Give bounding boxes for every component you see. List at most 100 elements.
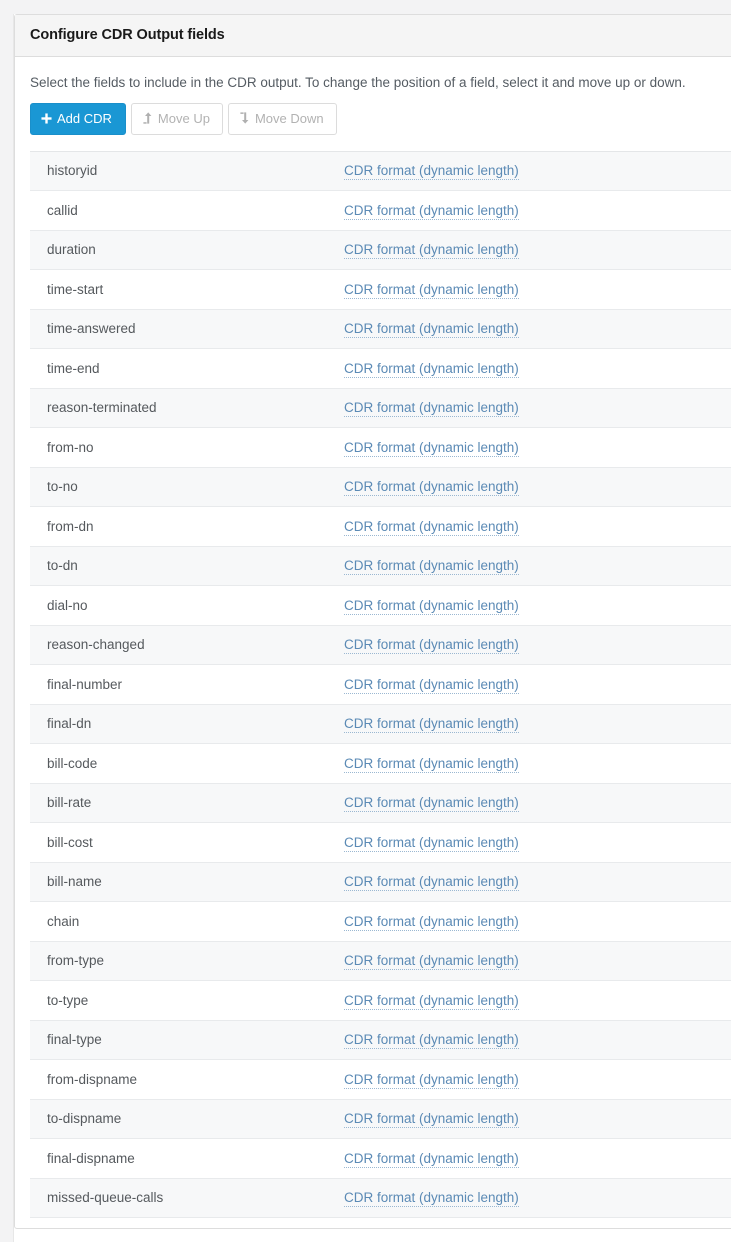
cdr-format-link[interactable]: CDR format (dynamic length) <box>344 874 519 891</box>
cdr-format-link[interactable]: CDR format (dynamic length) <box>344 637 519 654</box>
field-format-cell: CDR format (dynamic length) <box>344 349 731 389</box>
table-row[interactable]: time-endCDR format (dynamic length) <box>30 349 731 389</box>
field-format-cell: CDR format (dynamic length) <box>344 823 731 863</box>
table-row[interactable]: bill-costCDR format (dynamic length) <box>30 823 731 863</box>
table-row[interactable]: bill-rateCDR format (dynamic length) <box>30 783 731 823</box>
cdr-format-link[interactable]: CDR format (dynamic length) <box>344 716 519 733</box>
field-format-cell: CDR format (dynamic length) <box>344 744 731 784</box>
field-name-cell: reason-terminated <box>30 388 344 428</box>
field-name-cell: duration <box>30 230 344 270</box>
field-format-cell: CDR format (dynamic length) <box>344 1020 731 1060</box>
field-format-cell: CDR format (dynamic length) <box>344 191 731 231</box>
move-up-button[interactable]: Move Up <box>131 103 223 135</box>
table-row[interactable]: to-typeCDR format (dynamic length) <box>30 981 731 1021</box>
field-format-cell: CDR format (dynamic length) <box>344 388 731 428</box>
cdr-format-link[interactable]: CDR format (dynamic length) <box>344 756 519 773</box>
cdr-format-link[interactable]: CDR format (dynamic length) <box>344 400 519 417</box>
cdr-format-link[interactable]: CDR format (dynamic length) <box>344 1151 519 1168</box>
cdr-format-link[interactable]: CDR format (dynamic length) <box>344 598 519 615</box>
field-name-cell: to-dispname <box>30 1099 344 1139</box>
table-row[interactable]: missed-queue-callsCDR format (dynamic le… <box>30 1178 731 1218</box>
field-name-cell: historyid <box>30 151 344 191</box>
table-row[interactable]: bill-nameCDR format (dynamic length) <box>30 862 731 902</box>
panel-header: Configure CDR Output fields <box>15 15 731 57</box>
field-name-cell: from-dispname <box>30 1060 344 1100</box>
field-format-cell: CDR format (dynamic length) <box>344 507 731 547</box>
field-format-cell: CDR format (dynamic length) <box>344 783 731 823</box>
table-row[interactable]: callidCDR format (dynamic length) <box>30 191 731 231</box>
field-format-cell: CDR format (dynamic length) <box>344 546 731 586</box>
table-row[interactable]: historyidCDR format (dynamic length) <box>30 151 731 191</box>
table-row[interactable]: final-dnCDR format (dynamic length) <box>30 704 731 744</box>
cdr-format-link[interactable]: CDR format (dynamic length) <box>344 558 519 575</box>
table-row[interactable]: from-typeCDR format (dynamic length) <box>30 941 731 981</box>
field-name-cell: from-no <box>30 428 344 468</box>
field-format-cell: CDR format (dynamic length) <box>344 862 731 902</box>
field-format-cell: CDR format (dynamic length) <box>344 270 731 310</box>
cdr-format-link[interactable]: CDR format (dynamic length) <box>344 163 519 180</box>
cdr-format-link[interactable]: CDR format (dynamic length) <box>344 914 519 931</box>
table-row[interactable]: dial-noCDR format (dynamic length) <box>30 586 731 626</box>
cdr-format-link[interactable]: CDR format (dynamic length) <box>344 677 519 694</box>
cdr-format-link[interactable]: CDR format (dynamic length) <box>344 519 519 536</box>
cdr-format-link[interactable]: CDR format (dynamic length) <box>344 203 519 220</box>
field-format-cell: CDR format (dynamic length) <box>344 625 731 665</box>
field-name-cell: chain <box>30 902 344 942</box>
cdr-format-link[interactable]: CDR format (dynamic length) <box>344 1190 519 1207</box>
table-row[interactable]: final-dispnameCDR format (dynamic length… <box>30 1139 731 1179</box>
field-format-cell: CDR format (dynamic length) <box>344 428 731 468</box>
cdr-fields-table: historyidCDR format (dynamic length)call… <box>30 151 731 1219</box>
field-name-cell: to-dn <box>30 546 344 586</box>
move-down-button[interactable]: Move Down <box>228 103 337 135</box>
table-row[interactable]: chainCDR format (dynamic length) <box>30 902 731 942</box>
cdr-format-link[interactable]: CDR format (dynamic length) <box>344 479 519 496</box>
cdr-format-link[interactable]: CDR format (dynamic length) <box>344 795 519 812</box>
cdr-format-link[interactable]: CDR format (dynamic length) <box>344 440 519 457</box>
table-row[interactable]: from-dispnameCDR format (dynamic length) <box>30 1060 731 1100</box>
field-name-cell: bill-code <box>30 744 344 784</box>
table-row[interactable]: final-typeCDR format (dynamic length) <box>30 1020 731 1060</box>
field-name-cell: final-type <box>30 1020 344 1060</box>
field-name-cell: bill-cost <box>30 823 344 863</box>
table-row[interactable]: from-noCDR format (dynamic length) <box>30 428 731 468</box>
table-row[interactable]: time-answeredCDR format (dynamic length) <box>30 309 731 349</box>
table-row[interactable]: final-numberCDR format (dynamic length) <box>30 665 731 705</box>
cdr-format-link[interactable]: CDR format (dynamic length) <box>344 835 519 852</box>
field-name-cell: dial-no <box>30 586 344 626</box>
cdr-format-link[interactable]: CDR format (dynamic length) <box>344 953 519 970</box>
table-row[interactable]: reason-changedCDR format (dynamic length… <box>30 625 731 665</box>
cdr-format-link[interactable]: CDR format (dynamic length) <box>344 321 519 338</box>
field-format-cell: CDR format (dynamic length) <box>344 665 731 705</box>
arrow-down-icon <box>240 112 250 124</box>
panel-body: Select the fields to include in the CDR … <box>15 57 731 1228</box>
field-name-cell: callid <box>30 191 344 231</box>
table-row[interactable]: durationCDR format (dynamic length) <box>30 230 731 270</box>
add-cdr-button[interactable]: Add CDR <box>30 103 126 135</box>
field-name-cell: missed-queue-calls <box>30 1178 344 1218</box>
table-row[interactable]: reason-terminatedCDR format (dynamic len… <box>30 388 731 428</box>
cdr-format-link[interactable]: CDR format (dynamic length) <box>344 1111 519 1128</box>
field-format-cell: CDR format (dynamic length) <box>344 151 731 191</box>
table-row[interactable]: to-noCDR format (dynamic length) <box>30 467 731 507</box>
panel-description: Select the fields to include in the CDR … <box>30 73 731 93</box>
field-name-cell: to-no <box>30 467 344 507</box>
table-row[interactable]: time-startCDR format (dynamic length) <box>30 270 731 310</box>
cdr-format-link[interactable]: CDR format (dynamic length) <box>344 1032 519 1049</box>
field-name-cell: final-dn <box>30 704 344 744</box>
cdr-format-link[interactable]: CDR format (dynamic length) <box>344 993 519 1010</box>
field-name-cell: bill-name <box>30 862 344 902</box>
field-name-cell: time-end <box>30 349 344 389</box>
cdr-format-link[interactable]: CDR format (dynamic length) <box>344 242 519 259</box>
field-format-cell: CDR format (dynamic length) <box>344 902 731 942</box>
cdr-format-link[interactable]: CDR format (dynamic length) <box>344 282 519 299</box>
table-row[interactable]: to-dnCDR format (dynamic length) <box>30 546 731 586</box>
table-row[interactable]: from-dnCDR format (dynamic length) <box>30 507 731 547</box>
cdr-format-link[interactable]: CDR format (dynamic length) <box>344 361 519 378</box>
cdr-format-link[interactable]: CDR format (dynamic length) <box>344 1072 519 1089</box>
field-format-cell: CDR format (dynamic length) <box>344 1060 731 1100</box>
table-row[interactable]: bill-codeCDR format (dynamic length) <box>30 744 731 784</box>
table-row[interactable]: to-dispnameCDR format (dynamic length) <box>30 1099 731 1139</box>
field-format-cell: CDR format (dynamic length) <box>344 981 731 1021</box>
field-format-cell: CDR format (dynamic length) <box>344 309 731 349</box>
field-format-cell: CDR format (dynamic length) <box>344 704 731 744</box>
